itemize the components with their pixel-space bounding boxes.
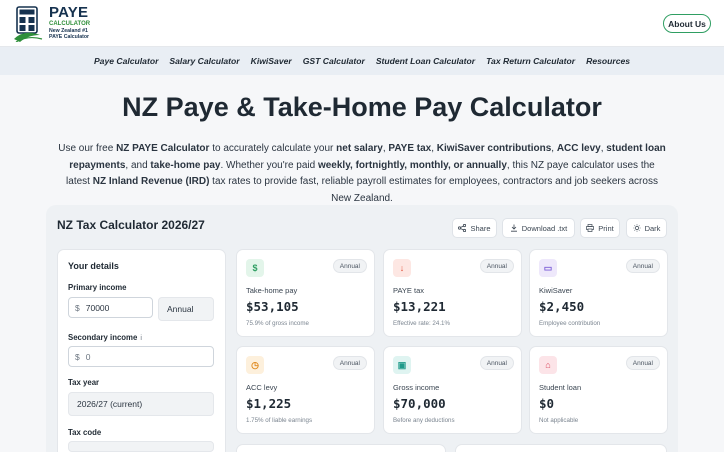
card-subtext: Before any deductions <box>393 417 455 424</box>
period-badge: Annual <box>625 356 660 370</box>
result-card-student-loan: ⌂ Annual Student loan $0 Not applicable <box>529 346 668 434</box>
card-value: $1,225 <box>246 396 292 411</box>
card-label: PAYE tax <box>393 286 424 295</box>
card-label: Gross income <box>393 383 440 392</box>
graduation-cap-icon: ⌂ <box>539 356 557 374</box>
intro-emphasis: net salary <box>336 143 383 154</box>
intro-emphasis: NZ Inland Revenue (IRD) <box>92 176 210 187</box>
currency-symbol: $ <box>75 351 80 362</box>
extra-card <box>455 444 667 452</box>
download-button[interactable]: Download .txt <box>502 218 575 238</box>
logo-sub-paye: PAYE Calculator <box>49 34 90 40</box>
secondary-income-placeholder: 0 <box>85 351 91 362</box>
info-icon[interactable]: i <box>140 335 142 342</box>
card-label: Take-home pay <box>246 286 298 295</box>
card-subtext: 75.9% of gross income <box>246 320 309 327</box>
intro-emphasis: KiwiSaver contributions <box>436 143 552 154</box>
result-card-acc-levy: ◷ Annual ACC levy $1,225 1.75% of liable ear… <box>236 346 375 434</box>
briefcase-icon: ▣ <box>393 356 411 374</box>
tax-code-label: Tax code <box>68 428 102 437</box>
period-badge: Annual <box>479 356 514 370</box>
details-title: Your details <box>68 261 119 271</box>
card-subtext: Not applicable <box>539 417 579 424</box>
period-badge: Annual <box>479 259 514 273</box>
print-button[interactable]: Print <box>580 218 620 238</box>
logo-name: PAYE <box>49 4 89 21</box>
card-value: $53,105 <box>246 299 299 314</box>
print-label: Print <box>598 223 614 233</box>
dark-mode-button[interactable]: Dark <box>626 218 667 238</box>
result-card-take-home-pay: $ Annual Take-home pay $53,105 75.9% of gros… <box>236 249 375 337</box>
main-nav: Paye Calculator Salary Calculator KiwiSa… <box>0 47 724 75</box>
share-icon <box>458 224 467 232</box>
currency-symbol: $ <box>75 302 80 313</box>
intro-emphasis: ACC levy <box>556 143 601 154</box>
nav-item-gst-calculator[interactable]: GST Calculator <box>303 56 365 66</box>
calculator-logo-icon <box>14 6 43 42</box>
period-badge: Annual <box>625 259 660 273</box>
card-subtext: Effective rate: 24.1% <box>393 320 450 327</box>
share-button[interactable]: Share <box>452 218 497 238</box>
period-badge: Annual <box>332 259 367 273</box>
card-label: ACC levy <box>246 383 278 392</box>
result-card-paye-tax: ↓ Annual PAYE tax $13,221 Effective rate: 24… <box>383 249 522 337</box>
about-us-button[interactable]: About Us <box>663 14 711 33</box>
intro-text: . Whether you're paid <box>220 159 318 171</box>
download-icon <box>510 224 517 232</box>
tax-year-select[interactable]: 2026/27 (current) <box>68 392 214 416</box>
calculator-title: NZ Tax Calculator 2026/27 <box>57 218 205 232</box>
primary-income-input[interactable]: $ 70000 <box>68 297 153 318</box>
dollar-icon: $ <box>246 259 264 277</box>
sun-icon <box>632 224 641 232</box>
secondary-income-label: Secondary income i <box>68 333 142 342</box>
intro-emphasis: NZ PAYE Calculator <box>116 143 210 154</box>
secondary-income-input[interactable]: $ 0 <box>68 346 214 367</box>
intro-text: tax rates to provide fast, reliable payr… <box>209 176 658 204</box>
nav-item-kiwisaver[interactable]: KiwiSaver <box>251 56 292 66</box>
card-label: Student loan <box>539 383 582 392</box>
piggy-bank-icon: ▭ <box>539 259 557 277</box>
card-subtext: 1.75% of liable earnings <box>246 417 313 424</box>
intro-emphasis: PAYE tax <box>388 143 432 154</box>
intro-paragraph: Use our free NZ PAYE Calculator to accur… <box>58 141 666 207</box>
secondary-income-label-text: Secondary income <box>68 333 138 342</box>
page-title: NZ Paye & Take-Home Pay Calculator <box>122 92 602 122</box>
extra-card <box>236 444 446 452</box>
nav-item-student-loan-calculator[interactable]: Student Loan Calculator <box>376 56 475 66</box>
nav-item-salary-calculator[interactable]: Salary Calculator <box>169 56 239 66</box>
clock-icon: ◷ <box>246 356 264 374</box>
primary-income-value: 70000 <box>85 302 110 313</box>
nav-item-paye-calculator[interactable]: Paye Calculator <box>94 56 158 66</box>
result-card-kiwisaver: ▭ Annual KiwiSaver $2,450 Employee contribut… <box>529 249 668 337</box>
tax-year-label: Tax year <box>68 378 100 387</box>
intro-text: to accurately calculate your <box>209 143 337 154</box>
share-label: Share <box>470 223 491 233</box>
site-logo[interactable]: PAYE CALCULATOR New Zealand #1 PAYE Calc… <box>14 5 96 42</box>
dark-mode-label: Dark <box>644 223 661 233</box>
card-value: $2,450 <box>539 299 585 314</box>
intro-emphasis: weekly, fortnightly, monthly, or annuall… <box>317 159 507 171</box>
intro-text: , and <box>125 159 151 171</box>
period-badge: Annual <box>332 356 367 370</box>
tax-code-select[interactable]: M – standard main job <box>68 441 214 452</box>
site-header: PAYE CALCULATOR New Zealand #1 PAYE Calc… <box>0 0 724 47</box>
logo-sub-calculator: CALCULATOR <box>49 21 91 27</box>
card-value: $70,000 <box>393 396 446 411</box>
card-label: KiwiSaver <box>539 286 573 295</box>
card-value: $0 <box>539 396 555 411</box>
card-subtext: Employee contribution <box>539 320 601 327</box>
arrow-down-icon: ↓ <box>393 259 411 277</box>
intro-text: Use our free <box>58 143 117 154</box>
result-card-gross-income: ▣ Annual Gross income $70,000 Before any ded… <box>383 346 522 434</box>
primary-income-label: Primary income <box>68 283 127 292</box>
period-select[interactable]: Annual <box>158 297 214 321</box>
card-value: $13,221 <box>393 299 446 314</box>
printer-icon <box>586 224 595 232</box>
intro-emphasis: take-home pay <box>150 159 221 171</box>
nav-item-resources[interactable]: Resources <box>586 56 630 66</box>
download-label: Download .txt <box>521 223 568 233</box>
nav-item-tax-return-calculator[interactable]: Tax Return Calculator <box>486 56 575 66</box>
